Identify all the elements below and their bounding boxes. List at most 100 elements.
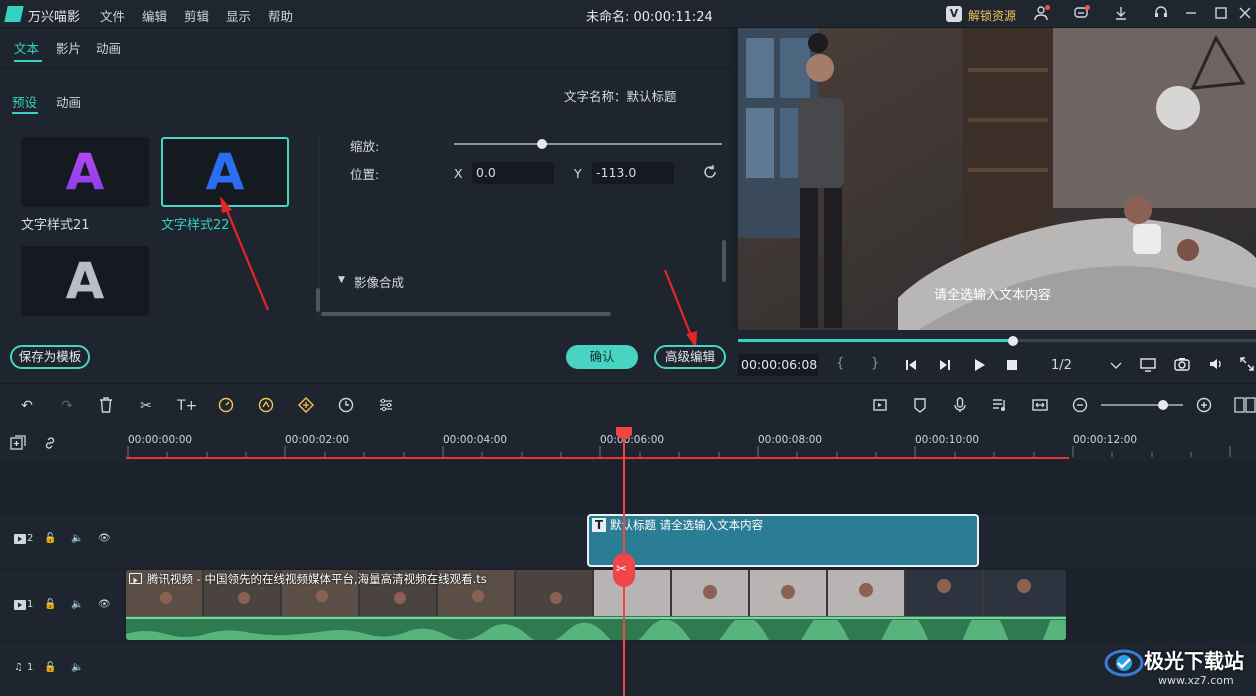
video-track-icon — [14, 600, 26, 613]
speed-icon[interactable] — [217, 397, 235, 415]
menu-help[interactable]: 帮助 — [268, 6, 293, 25]
volume-icon[interactable] — [1208, 357, 1224, 374]
eye-icon[interactable]: 👁 — [98, 533, 111, 544]
split-scissors-handle[interactable]: ✂ — [613, 553, 635, 587]
lock-icon[interactable]: 🔓 — [44, 662, 56, 673]
delete-icon[interactable] — [97, 397, 115, 415]
previous-frame-icon[interactable] — [904, 358, 918, 375]
mark-out-icon[interactable]: } — [871, 356, 879, 371]
undo-icon[interactable]: ↶ — [18, 397, 36, 415]
snapshot-icon[interactable] — [1174, 357, 1190, 374]
menu-file[interactable]: 文件 — [100, 6, 125, 25]
tick-label: 00:00:06:00 — [600, 434, 665, 446]
playback-progress[interactable] — [738, 336, 1256, 346]
marker-icon[interactable] — [911, 397, 929, 415]
player-controls: 00:00:06:08 { } 1/2 — [730, 330, 1256, 383]
project-title: 未命名: 00:00:11:24 — [586, 10, 713, 25]
maximize-icon[interactable] — [1212, 5, 1230, 23]
x-label: X — [454, 166, 463, 181]
next-frame-icon[interactable] — [938, 358, 952, 375]
eye-icon[interactable]: 👁 — [98, 599, 111, 610]
download-icon[interactable] — [1112, 5, 1130, 23]
close-icon[interactable] — [1236, 5, 1254, 23]
play-icon[interactable] — [972, 358, 986, 375]
zoom-track — [1101, 404, 1183, 406]
zoom-in-icon[interactable] — [1195, 397, 1213, 415]
link-icon[interactable] — [42, 435, 58, 454]
stop-icon[interactable] — [1006, 359, 1018, 374]
track-row-audio-1 — [124, 642, 1256, 696]
zoom-slider[interactable] — [1101, 399, 1183, 411]
unlock-resources-button[interactable]: 解锁资源 — [968, 7, 1016, 24]
text-clip-label: 默认标题 请全选输入文本内容 — [610, 518, 764, 532]
add-text-icon[interactable]: T+ — [177, 397, 197, 415]
microphone-icon[interactable] — [951, 397, 969, 415]
tick-label: 00:00:02:00 — [285, 434, 350, 446]
vip-icon[interactable]: V — [946, 6, 962, 22]
confirm-button[interactable]: 确认 — [566, 345, 638, 369]
audio-mixer-icon[interactable] — [991, 397, 1009, 415]
support-icon[interactable] — [1152, 5, 1170, 23]
lock-icon[interactable]: 🔓 — [44, 599, 56, 610]
menu-clip[interactable]: 剪辑 — [184, 6, 209, 25]
advanced-edit-button[interactable]: 高级编辑 — [654, 345, 726, 369]
adjust-icon[interactable] — [377, 397, 395, 415]
playhead-handle[interactable] — [616, 427, 632, 441]
properties-hscrollbar[interactable] — [321, 312, 611, 316]
quality-value: 1/2 — [1051, 358, 1072, 373]
menu-edit[interactable]: 编辑 — [142, 6, 167, 25]
track-header-video-2: 2 🔓 🔈 👁 — [0, 514, 124, 568]
zoom-knob[interactable] — [1157, 400, 1168, 410]
reset-position-icon[interactable] — [702, 164, 718, 180]
duration-icon[interactable] — [337, 397, 355, 415]
fullscreen-icon[interactable] — [1240, 357, 1254, 374]
video-clip[interactable]: 腾讯视频 - 中国领先的在线视频媒体平台,海量高清视频在线观看.ts — [126, 570, 1066, 640]
redo-icon[interactable]: ↷ — [58, 397, 76, 415]
mute-icon[interactable]: 🔈 — [71, 662, 83, 673]
display-icon[interactable] — [1140, 358, 1156, 375]
cut-icon[interactable]: ✂ — [137, 397, 155, 415]
left-scroll-handle[interactable] — [316, 288, 320, 312]
save-as-template-button[interactable]: 保存为模板 — [10, 345, 90, 369]
mute-icon[interactable]: 🔈 — [71, 533, 83, 544]
position-x-input[interactable]: 0.0 — [472, 162, 554, 184]
quality-dropdown[interactable]: 1/2 — [1042, 354, 1128, 376]
properties-scrollbar[interactable] — [722, 240, 726, 282]
preview-overlay-text[interactable]: 请全选输入文本内容 — [934, 284, 1051, 303]
progress-knob[interactable] — [1007, 336, 1018, 346]
empty-track-head — [0, 460, 124, 514]
text-properties-panel: 文本 影片 动画 预设 动画 A 文字样式21 A 文字样式22 A 文字名称：… — [0, 28, 730, 383]
menu-view[interactable]: 显示 — [226, 6, 251, 25]
message-dot — [1085, 5, 1090, 10]
keyframe-icon[interactable] — [297, 397, 315, 415]
watermark-url: www.xz7.com — [1158, 674, 1234, 687]
render-icon[interactable] — [871, 397, 889, 415]
track-number: 2 — [27, 533, 34, 544]
add-track-icon[interactable] — [10, 435, 26, 454]
panel-toggle-icon[interactable] — [1234, 397, 1256, 415]
composite-section-label[interactable]: 影像合成 — [354, 272, 404, 291]
scale-label: 缩放: — [350, 139, 380, 154]
mark-in-icon[interactable]: { — [836, 356, 844, 371]
scale-slider-track — [454, 143, 722, 145]
fit-timeline-icon[interactable] — [1031, 397, 1049, 415]
video-preview[interactable]: 请全选输入文本内容 — [738, 28, 1256, 330]
text-clip[interactable]: T 默认标题 请全选输入文本内容 — [587, 514, 979, 567]
video-clip-label: 腾讯视频 - 中国领先的在线视频媒体平台,海量高清视频在线观看.ts — [147, 572, 487, 586]
tick-label: 00:00:04:00 — [443, 434, 508, 446]
tick-label: 00:00:08:00 — [758, 434, 823, 446]
audio-divider — [126, 617, 1066, 619]
app-logo-icon — [4, 6, 24, 22]
scale-slider[interactable] — [454, 137, 722, 151]
position-label: 位置: — [350, 167, 380, 182]
position-y-input[interactable]: -113.0 — [592, 162, 674, 184]
mute-icon[interactable]: 🔈 — [71, 599, 83, 610]
ai-icon[interactable] — [257, 397, 275, 415]
zoom-out-icon[interactable] — [1071, 397, 1089, 415]
minimize-icon[interactable] — [1182, 5, 1200, 23]
lock-icon[interactable]: 🔓 — [44, 533, 56, 544]
text-clip-icon: T — [592, 518, 606, 532]
scale-slider-knob[interactable] — [537, 139, 548, 149]
notification-dot — [1045, 5, 1050, 10]
collapse-triangle-icon[interactable]: ▼ — [338, 275, 345, 285]
